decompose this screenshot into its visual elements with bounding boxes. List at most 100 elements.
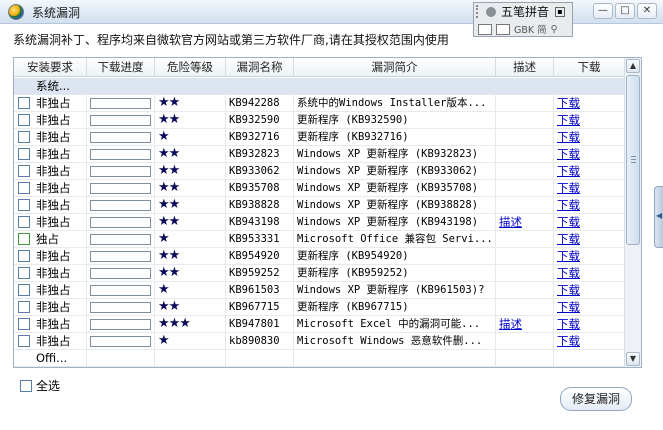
row-checkbox[interactable] bbox=[18, 148, 30, 160]
row-checkbox[interactable] bbox=[18, 284, 30, 296]
download-link[interactable]: 下载 bbox=[557, 283, 580, 297]
install-req-cell: 非独占 bbox=[14, 112, 87, 128]
table-row[interactable]: 非独占 ★★ KB932823 Windows XP 更新程序 (KB93282… bbox=[14, 146, 625, 163]
row-checkbox[interactable] bbox=[18, 114, 30, 126]
download-cell: 下载 bbox=[554, 299, 625, 315]
group-row[interactable]: 系统... bbox=[14, 78, 625, 95]
scroll-down-icon[interactable]: ▼ bbox=[626, 352, 640, 366]
header-download[interactable]: 下载 bbox=[554, 58, 625, 77]
download-link[interactable]: 下载 bbox=[557, 317, 580, 331]
ime-punctuation-icon[interactable] bbox=[478, 23, 492, 35]
risk-stars: ★★ bbox=[155, 299, 226, 315]
grip-icon bbox=[631, 156, 636, 164]
download-link[interactable]: 下载 bbox=[557, 300, 580, 314]
download-link[interactable]: 下载 bbox=[557, 215, 580, 229]
scroll-up-icon[interactable]: ▲ bbox=[626, 59, 640, 73]
desc-cell bbox=[496, 95, 554, 111]
download-link[interactable]: 下载 bbox=[557, 266, 580, 280]
search-icon[interactable]: ⚲ bbox=[551, 24, 558, 35]
table-row[interactable]: 非独占 ★★★ KB947801 Microsoft Excel 中的漏洞可能.… bbox=[14, 316, 625, 333]
risk-stars: ★ bbox=[155, 282, 226, 298]
header-desc[interactable]: 描述 bbox=[496, 58, 554, 77]
side-collapse-tab[interactable]: ◀ bbox=[654, 186, 663, 248]
moon-icon[interactable] bbox=[486, 6, 496, 17]
repair-button[interactable]: 修复漏洞 bbox=[560, 387, 632, 411]
table-row[interactable]: 非独占 ★★ KB932590 更新程序 (KB932590) 下载 bbox=[14, 112, 625, 129]
table-row[interactable]: Offi... bbox=[14, 350, 625, 367]
window-title: 系统漏洞 bbox=[32, 6, 81, 20]
close-button[interactable]: ✕ bbox=[637, 3, 657, 19]
table-row[interactable]: 非独占 ★★ KB943198 Windows XP 更新程序 (KB94319… bbox=[14, 214, 625, 231]
kb-name: KB935708 bbox=[226, 180, 294, 196]
kb-name: KB954920 bbox=[226, 248, 294, 264]
download-progress-bar bbox=[90, 233, 151, 245]
row-checkbox[interactable] bbox=[18, 216, 30, 228]
download-link[interactable]: 下载 bbox=[557, 147, 580, 161]
table-row[interactable]: 非独占 ★ KB961503 Windows XP 更新程序 (KB961503… bbox=[14, 282, 625, 299]
header-summary[interactable]: 漏洞简介 bbox=[294, 58, 496, 77]
download-link[interactable]: 下载 bbox=[557, 198, 580, 212]
row-checkbox[interactable] bbox=[18, 131, 30, 143]
vertical-scrollbar[interactable]: ▲ ▼ bbox=[624, 58, 641, 367]
table-row[interactable]: 非独占 ★ KB932716 更新程序 (KB932716) 下载 bbox=[14, 129, 625, 146]
table-row[interactable]: 非独占 ★★ KB935708 Windows XP 更新程序 (KB93570… bbox=[14, 180, 625, 197]
ime-name[interactable]: 五笔拼音 bbox=[501, 3, 549, 20]
row-checkbox[interactable] bbox=[18, 182, 30, 194]
table-row[interactable]: 非独占 ★★ KB954920 更新程序 (KB954920) 下载 bbox=[14, 248, 625, 265]
ime-charset[interactable]: GBK 简 bbox=[514, 22, 547, 36]
row-checkbox[interactable] bbox=[18, 267, 30, 279]
vuln-summary: 更新程序 (KB932590) bbox=[294, 112, 496, 128]
row-checkbox[interactable] bbox=[18, 165, 30, 177]
download-link[interactable]: 下载 bbox=[557, 96, 580, 110]
header-name[interactable]: 漏洞名称 bbox=[226, 58, 294, 77]
row-checkbox[interactable] bbox=[18, 318, 30, 330]
desc-link[interactable]: 描述 bbox=[499, 317, 522, 331]
select-all-checkbox[interactable] bbox=[20, 379, 32, 392]
header-risk[interactable]: 危险等级 bbox=[155, 58, 226, 77]
install-req-cell: 非独占 bbox=[14, 180, 87, 196]
risk-stars: ★★ bbox=[155, 95, 226, 111]
row-checkbox[interactable] bbox=[18, 301, 30, 313]
table-row[interactable]: 独占 ★ KB953331 Microsoft Office 兼容包 Servi… bbox=[14, 231, 625, 248]
download-progress-bar bbox=[90, 267, 151, 279]
install-req-text: 非独占 bbox=[36, 283, 71, 297]
install-req-cell: 非独占 bbox=[14, 282, 87, 298]
row-checkbox[interactable] bbox=[18, 97, 30, 109]
table-row[interactable]: 非独占 ★★ KB942288 系统中的Windows Installer版本.… bbox=[14, 95, 625, 112]
row-checkbox[interactable] bbox=[18, 335, 30, 347]
header-install-req[interactable]: 安装要求 bbox=[14, 58, 87, 77]
kb-name: KB932590 bbox=[226, 112, 294, 128]
download-link[interactable]: 下载 bbox=[557, 113, 580, 127]
table-row[interactable]: 非独占 ★★ KB938828 Windows XP 更新程序 (KB93882… bbox=[14, 197, 625, 214]
install-req-text: 非独占 bbox=[36, 130, 71, 144]
desc-cell bbox=[496, 333, 554, 349]
scroll-thumb[interactable] bbox=[626, 75, 640, 245]
minimize-button[interactable]: — bbox=[593, 3, 613, 19]
install-req-text: 非独占 bbox=[36, 147, 71, 161]
table-row[interactable]: 非独占 ★★ KB967715 更新程序 (KB967715) 下载 bbox=[14, 299, 625, 316]
download-link[interactable]: 下载 bbox=[557, 130, 580, 144]
table-row[interactable]: 非独占 ★ kb890830 Microsoft Windows 恶意软件删..… bbox=[14, 333, 625, 350]
download-link[interactable]: 下载 bbox=[557, 249, 580, 263]
download-progress-bar bbox=[90, 114, 151, 126]
row-checkbox[interactable] bbox=[18, 233, 30, 245]
select-all[interactable]: 全选 bbox=[20, 377, 60, 394]
download-link[interactable]: 下载 bbox=[557, 181, 580, 195]
download-link[interactable]: 下载 bbox=[557, 334, 580, 348]
install-req-text: 非独占 bbox=[36, 317, 71, 331]
install-req-cell: Offi... bbox=[14, 350, 87, 366]
table-row[interactable]: 非独占 ★★ KB933062 Windows XP 更新程序 (KB93306… bbox=[14, 163, 625, 180]
row-checkbox[interactable] bbox=[18, 250, 30, 262]
header-progress[interactable]: 下载进度 bbox=[87, 58, 155, 77]
row-checkbox[interactable] bbox=[18, 199, 30, 211]
download-link[interactable]: 下载 bbox=[557, 164, 580, 178]
maximize-button[interactable]: □ bbox=[615, 3, 635, 19]
progress-cell bbox=[87, 299, 155, 315]
desc-link[interactable]: 描述 bbox=[499, 215, 522, 229]
download-link[interactable]: 下载 bbox=[557, 232, 580, 246]
table-row[interactable]: 非独占 ★★ KB959252 更新程序 (KB959252) 下载 bbox=[14, 265, 625, 282]
desc-cell bbox=[496, 231, 554, 247]
keyboard-icon[interactable] bbox=[496, 23, 510, 35]
ime-grip-handle[interactable] bbox=[476, 5, 482, 18]
ime-expand-icon[interactable]: ▪ bbox=[555, 6, 566, 17]
